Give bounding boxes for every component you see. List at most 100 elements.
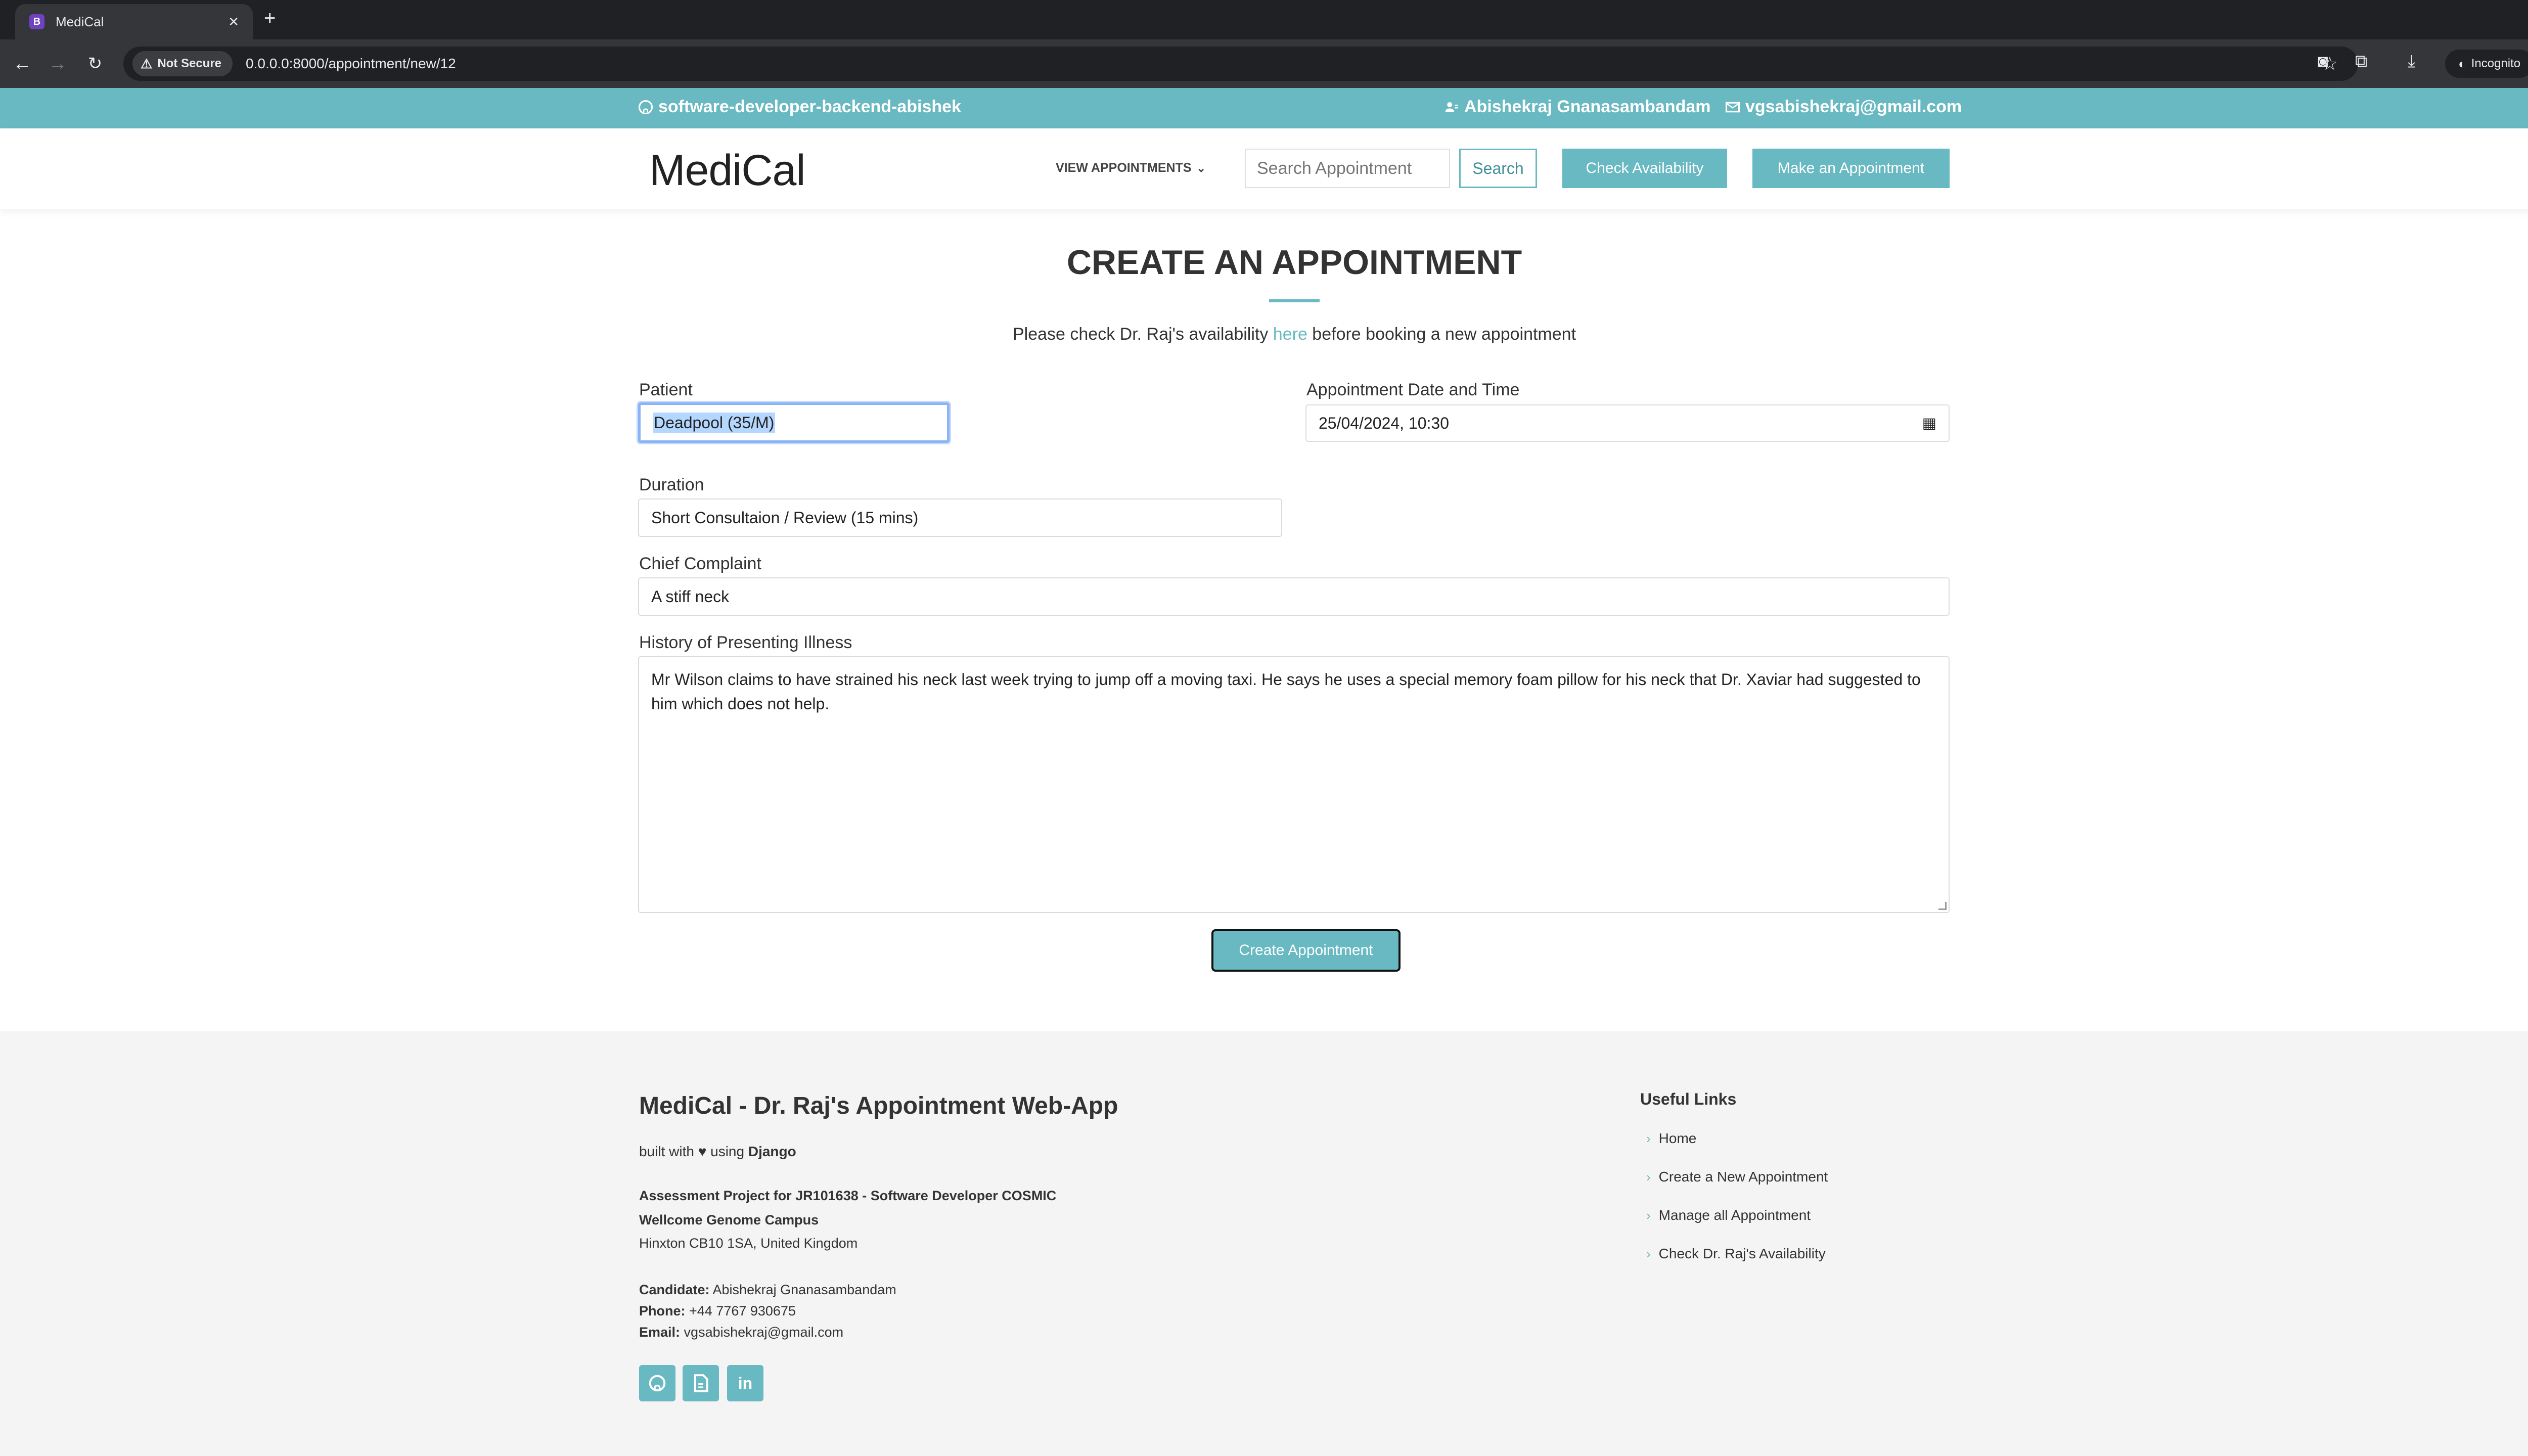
phone-label: Phone: xyxy=(639,1303,686,1318)
incognito-badge[interactable]: ◐ Incognito xyxy=(2445,50,2528,78)
history-label: History of Presenting Illness xyxy=(639,633,852,652)
browser-toolbar: ← → ↻ ⚠ Not Secure 0.0.0.0:8000/appointm… xyxy=(0,39,2528,88)
site-logo[interactable]: MediCal xyxy=(649,146,805,196)
email-label: Email: xyxy=(639,1325,681,1340)
footer-link-create[interactable]: › Create a New Appointment xyxy=(1646,1169,1828,1185)
github-link[interactable]: software-developer-backend-abishek xyxy=(638,97,961,117)
tab-title: MediCal xyxy=(56,14,104,29)
heart-icon: ♥ xyxy=(698,1144,707,1159)
incognito-icon: ◐ xyxy=(2458,56,2466,71)
notice-after: before booking a new appointment xyxy=(1307,325,1576,344)
resize-handle-icon[interactable] xyxy=(1938,902,1947,910)
datetime-input[interactable]: 25/04/2024, 10:30 ▦ xyxy=(1305,404,1950,442)
create-appointment-button[interactable]: Create Appointment xyxy=(1211,929,1401,972)
candidate-line: Candidate: Abishekraj Gnanasambandam xyxy=(639,1282,896,1298)
github-handle: software-developer-backend-abishek xyxy=(658,97,961,116)
user-name: Abishekraj Gnanasambandam xyxy=(1464,97,1711,116)
github-social-button[interactable] xyxy=(639,1365,675,1401)
favicon-icon: B xyxy=(29,14,44,29)
complaint-input[interactable]: A stiff neck xyxy=(638,577,1950,616)
user-icon xyxy=(1445,102,1458,112)
view-appointments-label: VIEW APPOINTMENTS xyxy=(1056,161,1192,175)
warning-icon: ⚠ xyxy=(141,56,153,71)
duration-select[interactable]: Short Consultaion / Review (15 mins) xyxy=(638,498,1282,537)
user-email: vgsabishekraj@gmail.com xyxy=(1745,97,1962,116)
mail-icon xyxy=(1725,102,1740,112)
candidate-label: Candidate: xyxy=(639,1282,710,1297)
patient-label: Patient xyxy=(639,380,693,399)
chevron-right-icon: › xyxy=(1646,1246,1651,1261)
history-value: Mr Wilson claims to have strained his ne… xyxy=(651,670,1921,713)
security-label: Not Secure xyxy=(157,57,222,70)
built-with-line: built with ♥ using Django xyxy=(639,1144,796,1160)
chevron-right-icon: › xyxy=(1646,1207,1651,1223)
email-link[interactable]: vgsabishekraj@gmail.com xyxy=(1725,97,1962,117)
chevron-right-icon: › xyxy=(1646,1169,1651,1185)
linkedin-social-button[interactable]: in xyxy=(727,1365,763,1401)
availability-here-link[interactable]: here xyxy=(1273,325,1307,344)
footer-link-label: Check Dr. Raj's Availability xyxy=(1658,1246,1826,1261)
github-icon xyxy=(649,1375,666,1392)
address-line: Hinxton CB10 1SA, United Kingdom xyxy=(639,1236,858,1251)
security-chip[interactable]: ⚠ Not Secure xyxy=(132,51,233,76)
view-appointments-dropdown[interactable]: VIEW APPOINTMENTS ⌄ xyxy=(1056,161,1206,175)
phone-line: Phone: +44 7767 930675 xyxy=(639,1303,796,1319)
footer-link-manage[interactable]: › Manage all Appointment xyxy=(1646,1207,1811,1223)
email-value: vgsabishekraj@gmail.com xyxy=(684,1325,844,1340)
search-button[interactable]: Search xyxy=(1459,149,1537,188)
footer-link-label: Manage all Appointment xyxy=(1658,1207,1811,1223)
complaint-label: Chief Complaint xyxy=(639,554,761,573)
notice-before: Please check Dr. Raj's availability xyxy=(1012,325,1273,344)
browser-tab-bar: B MediCal × + ⌄ xyxy=(0,0,2528,39)
duration-label: Duration xyxy=(639,475,704,494)
github-icon xyxy=(638,100,653,114)
back-icon[interactable]: ← xyxy=(9,51,35,77)
campus-line: Wellcome Genome Campus xyxy=(639,1212,819,1227)
complaint-value: A stiff neck xyxy=(651,587,730,606)
phone-value: +44 7767 930675 xyxy=(689,1303,796,1318)
linkedin-icon: in xyxy=(738,1374,753,1392)
browser-tab[interactable]: B MediCal × xyxy=(15,4,253,39)
download-icon[interactable]: ⤓ xyxy=(2408,52,2415,71)
history-textarea[interactable]: Mr Wilson claims to have strained his ne… xyxy=(638,656,1950,913)
patient-select[interactable]: Deadpool (35/M) xyxy=(638,402,950,443)
new-tab-icon[interactable]: + xyxy=(264,7,276,30)
chevron-down-icon: ⌄ xyxy=(1196,161,1206,174)
title-underline xyxy=(1269,299,1320,302)
project-line: Assessment Project for JR101638 - Softwa… xyxy=(639,1188,1057,1203)
url-text[interactable]: 0.0.0.0:8000/appointment/new/12 xyxy=(246,56,2322,72)
close-tab-icon[interactable]: × xyxy=(229,13,239,30)
search-input[interactable] xyxy=(1245,149,1450,188)
built-using: using xyxy=(710,1144,745,1159)
datetime-label: Appointment Date and Time xyxy=(1306,380,1520,399)
footer-link-home[interactable]: › Home xyxy=(1646,1130,1696,1147)
forward-icon[interactable]: → xyxy=(44,51,71,77)
email-line: Email: vgsabishekraj@gmail.com xyxy=(639,1325,843,1340)
calendar-icon[interactable]: ▦ xyxy=(1922,415,1936,432)
site-header: MediCal VIEW APPOINTMENTS ⌄ Search Check… xyxy=(0,128,2528,209)
useful-links-title: Useful Links xyxy=(1640,1090,1737,1108)
chevron-right-icon: › xyxy=(1646,1130,1651,1146)
duration-value: Short Consultaion / Review (15 mins) xyxy=(651,508,919,527)
check-availability-button[interactable]: Check Availability xyxy=(1562,149,1727,188)
candidate-value: Abishekraj Gnanasambandam xyxy=(712,1282,896,1297)
camera-icon[interactable]: ◙ xyxy=(2318,52,2328,71)
document-icon xyxy=(694,1374,708,1392)
page-title: CREATE AN APPOINTMENT xyxy=(1066,243,1522,282)
footer-link-availability[interactable]: › Check Dr. Raj's Availability xyxy=(1646,1246,1826,1262)
datetime-value: 25/04/2024, 10:30 xyxy=(1319,414,1450,432)
address-bar[interactable]: ⚠ Not Secure 0.0.0.0:8000/appointment/ne… xyxy=(123,47,2358,81)
footer-title: MediCal - Dr. Raj's Appointment Web-App xyxy=(639,1093,1118,1119)
built-prefix: built with xyxy=(639,1144,694,1159)
make-appointment-button[interactable]: Make an Appointment xyxy=(1752,149,1950,188)
footer-link-label: Home xyxy=(1658,1130,1697,1146)
extensions-icon[interactable]: ⧉ xyxy=(2355,52,2367,71)
availability-notice: Please check Dr. Raj's availability here… xyxy=(0,325,2528,344)
patient-value: Deadpool (35/M) xyxy=(653,412,776,433)
reload-icon[interactable]: ↻ xyxy=(82,51,108,77)
resume-social-button[interactable] xyxy=(683,1365,719,1401)
built-framework: Django xyxy=(748,1144,796,1159)
incognito-label: Incognito xyxy=(2471,57,2521,70)
site-footer: MediCal - Dr. Raj's Appointment Web-App … xyxy=(0,1031,2528,1456)
user-info: Abishekraj Gnanasambandam xyxy=(1444,97,1711,117)
